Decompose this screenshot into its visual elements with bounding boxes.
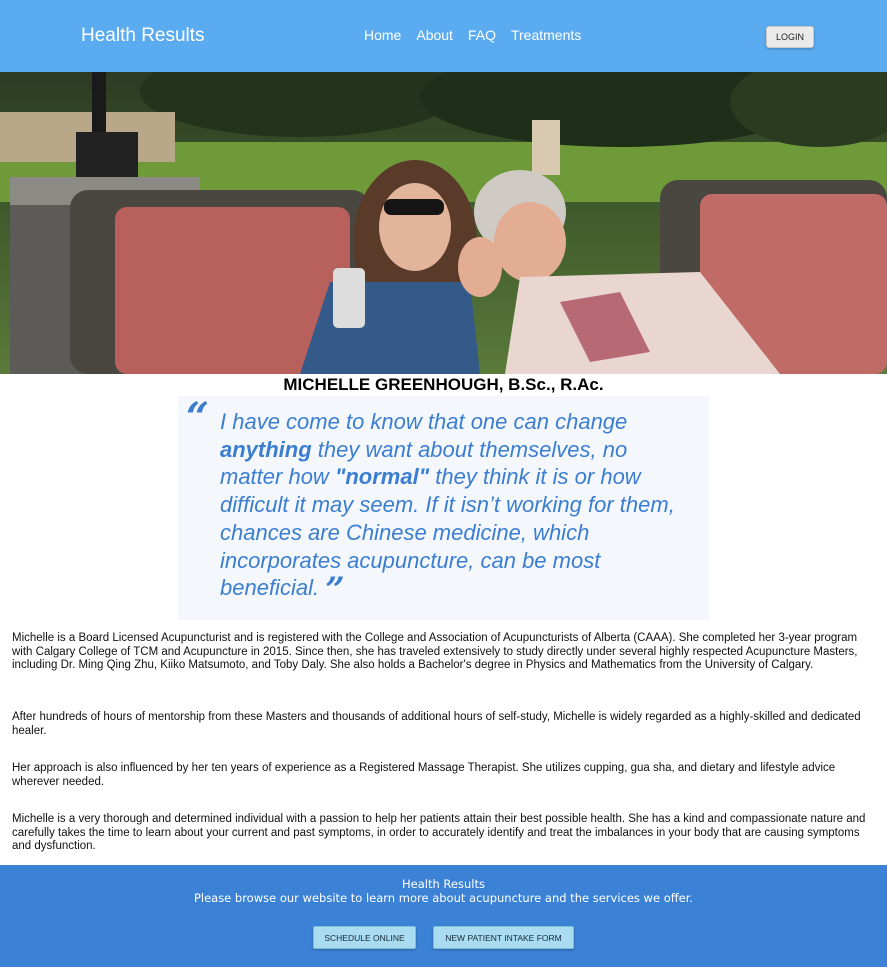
site-brand[interactable]: Health Results (81, 25, 205, 47)
bio-paragraph-4: Michelle is a very thorough and determin… (12, 813, 866, 852)
bio-paragraph-3: Her approach is also influenced by her t… (12, 762, 836, 788)
login-button[interactable]: LOGIN (766, 26, 814, 48)
quote-segment: I have come to know that one can change (220, 409, 628, 434)
schedule-online-button[interactable]: SCHEDULE ONLINE (313, 926, 416, 949)
site-footer: Health Results Please browse our website… (0, 865, 887, 967)
main-nav: Home About FAQ Treatments (364, 27, 596, 43)
footer-subtitle: Please browse our website to learn more … (193, 891, 694, 905)
hero-photo (0, 72, 887, 374)
quote-open-icon: “ (186, 394, 210, 441)
top-navigation-bar: Health Results Home About FAQ Treatments… (0, 0, 887, 72)
practitioner-name: MICHELLE GREENHOUGH, B.Sc., R.Ac. (283, 375, 604, 394)
nav-about[interactable]: About (416, 27, 453, 43)
quote-text: I have come to know that one can change … (220, 408, 690, 607)
nav-treatments[interactable]: Treatments (511, 27, 581, 43)
nav-faq[interactable]: FAQ (468, 27, 496, 43)
testimonial-quote: “ I have come to know that one can chang… (178, 394, 709, 620)
intake-form-button[interactable]: NEW PATIENT INTAKE FORM (433, 926, 574, 949)
footer-title: Health Results (402, 877, 485, 891)
nav-home[interactable]: Home (364, 27, 401, 43)
quote-close-icon: ” (325, 570, 345, 611)
hero-image (0, 72, 887, 374)
quote-emphasis: anything (220, 436, 312, 462)
bio-paragraph-1: Michelle is a Board Licensed Acupuncturi… (12, 632, 858, 671)
quote-emphasis: "normal" (334, 464, 430, 490)
bio-paragraph-2: After hundreds of hours of mentorship fr… (12, 711, 861, 737)
